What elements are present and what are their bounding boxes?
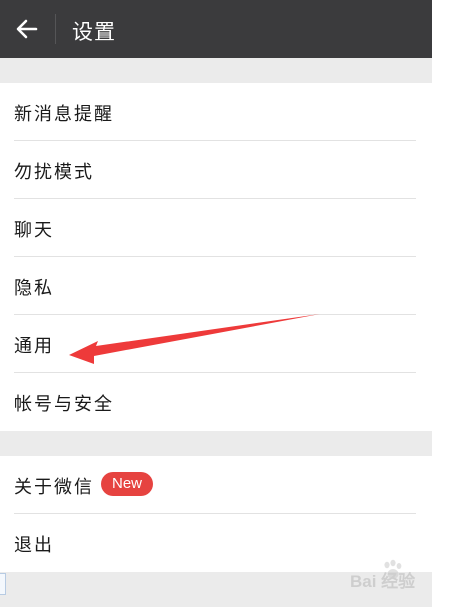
baidu-jingyan-watermark: Bai 经验 <box>346 557 440 593</box>
privacy-item[interactable]: 隐私 <box>0 257 432 315</box>
account-security-item[interactable]: 帐号与安全 <box>0 373 432 431</box>
about-wechat-item[interactable]: 关于微信 New <box>0 456 432 514</box>
back-button[interactable] <box>8 9 48 49</box>
right-margin <box>432 0 465 607</box>
top-bar: 设置 <box>0 0 432 58</box>
chat-item[interactable]: 聊天 <box>0 199 432 257</box>
edge-tab <box>0 573 6 595</box>
general-item[interactable]: 通用 <box>0 315 432 373</box>
page-title: 设置 <box>72 20 116 44</box>
item-label: 关于微信 <box>14 477 94 498</box>
item-label: 通用 <box>14 336 54 357</box>
item-label: 隐私 <box>14 278 54 299</box>
do-not-disturb-item[interactable]: 勿扰模式 <box>0 141 432 199</box>
settings-group-secondary: 关于微信 New 退出 <box>0 456 432 572</box>
settings-group-main: 新消息提醒 勿扰模式 聊天 隐私 通用 帐号与安全 <box>0 83 432 431</box>
new-badge: New <box>101 472 154 496</box>
header-divider <box>55 14 56 44</box>
item-label: 帐号与安全 <box>14 394 114 415</box>
arrow-left-icon <box>16 19 38 39</box>
settings-screen: 设置 新消息提醒 勿扰模式 聊天 隐私 通用 帐号与安全 关于微信 New 退出 <box>0 0 432 607</box>
item-label: 聊天 <box>14 220 54 241</box>
watermark-text: Bai 经验 <box>350 572 416 591</box>
new-message-notification-item[interactable]: 新消息提醒 <box>0 83 432 141</box>
item-label: 勿扰模式 <box>14 162 94 183</box>
item-label: 新消息提醒 <box>14 104 114 125</box>
item-label: 退出 <box>14 535 54 556</box>
